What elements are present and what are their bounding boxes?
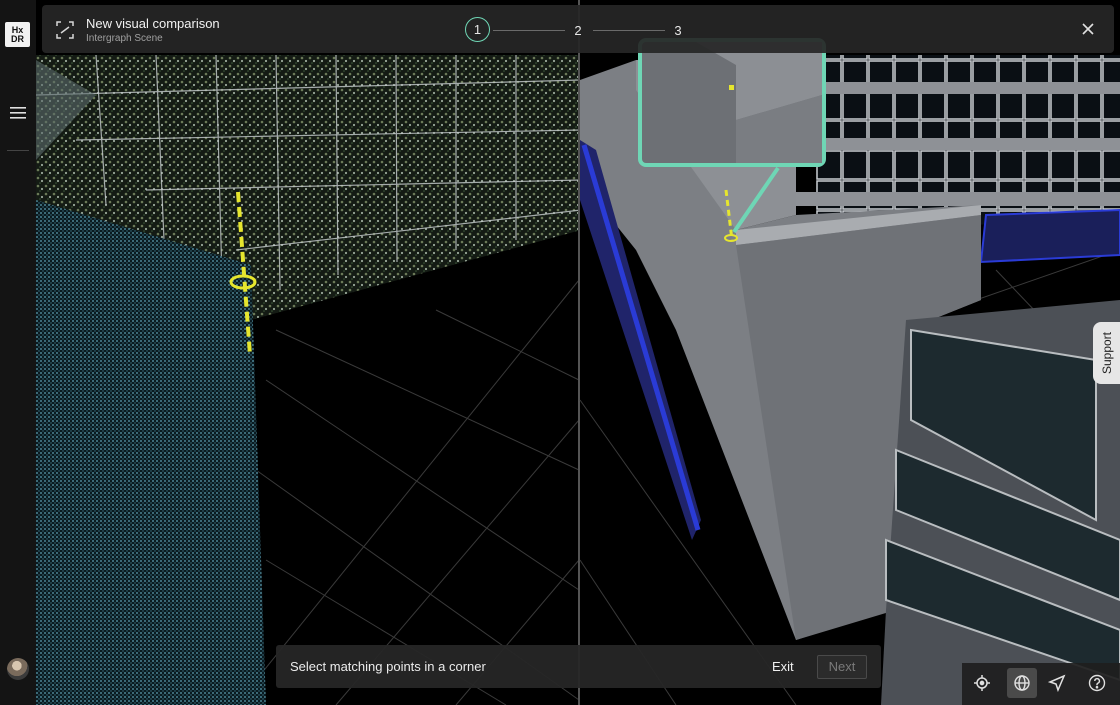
3d-viewport[interactable]	[36, 0, 1120, 705]
step-connector	[593, 30, 665, 31]
sidebar-divider	[7, 150, 29, 151]
locate-icon[interactable]	[967, 668, 997, 698]
page-subtitle: Intergraph Scene	[86, 33, 163, 44]
step-3: 3	[674, 22, 682, 38]
instruction-text: Select matching points in a corner	[290, 659, 486, 674]
support-label: Support	[1099, 331, 1114, 375]
help-icon[interactable]	[1082, 668, 1112, 698]
globe-icon[interactable]	[1007, 668, 1037, 698]
point-cloud-view[interactable]	[36, 0, 582, 705]
hamburger-menu-icon[interactable]	[8, 104, 28, 122]
step-indicator: 1 2 3	[465, 17, 695, 43]
user-avatar[interactable]	[7, 658, 29, 680]
step-1: 1	[465, 17, 490, 42]
next-button[interactable]: Next	[817, 655, 867, 679]
view-toolbar	[962, 663, 1120, 705]
support-tab[interactable]: Support	[1093, 322, 1120, 384]
navigate-icon[interactable]	[1042, 668, 1072, 698]
left-sidebar: Hx DR	[0, 0, 37, 705]
step-2: 2	[574, 22, 582, 38]
hxdr-logo[interactable]: Hx DR	[5, 22, 30, 47]
instruction-bar: Select matching points in a corner Exit …	[276, 645, 881, 688]
page-title: New visual comparison	[86, 16, 220, 31]
close-icon[interactable]	[1080, 21, 1096, 37]
step-connector	[493, 30, 565, 31]
comparison-header: New visual comparison Intergraph Scene 1…	[42, 5, 1114, 53]
compare-frame-icon	[56, 21, 74, 39]
exit-button[interactable]: Exit	[766, 655, 800, 679]
